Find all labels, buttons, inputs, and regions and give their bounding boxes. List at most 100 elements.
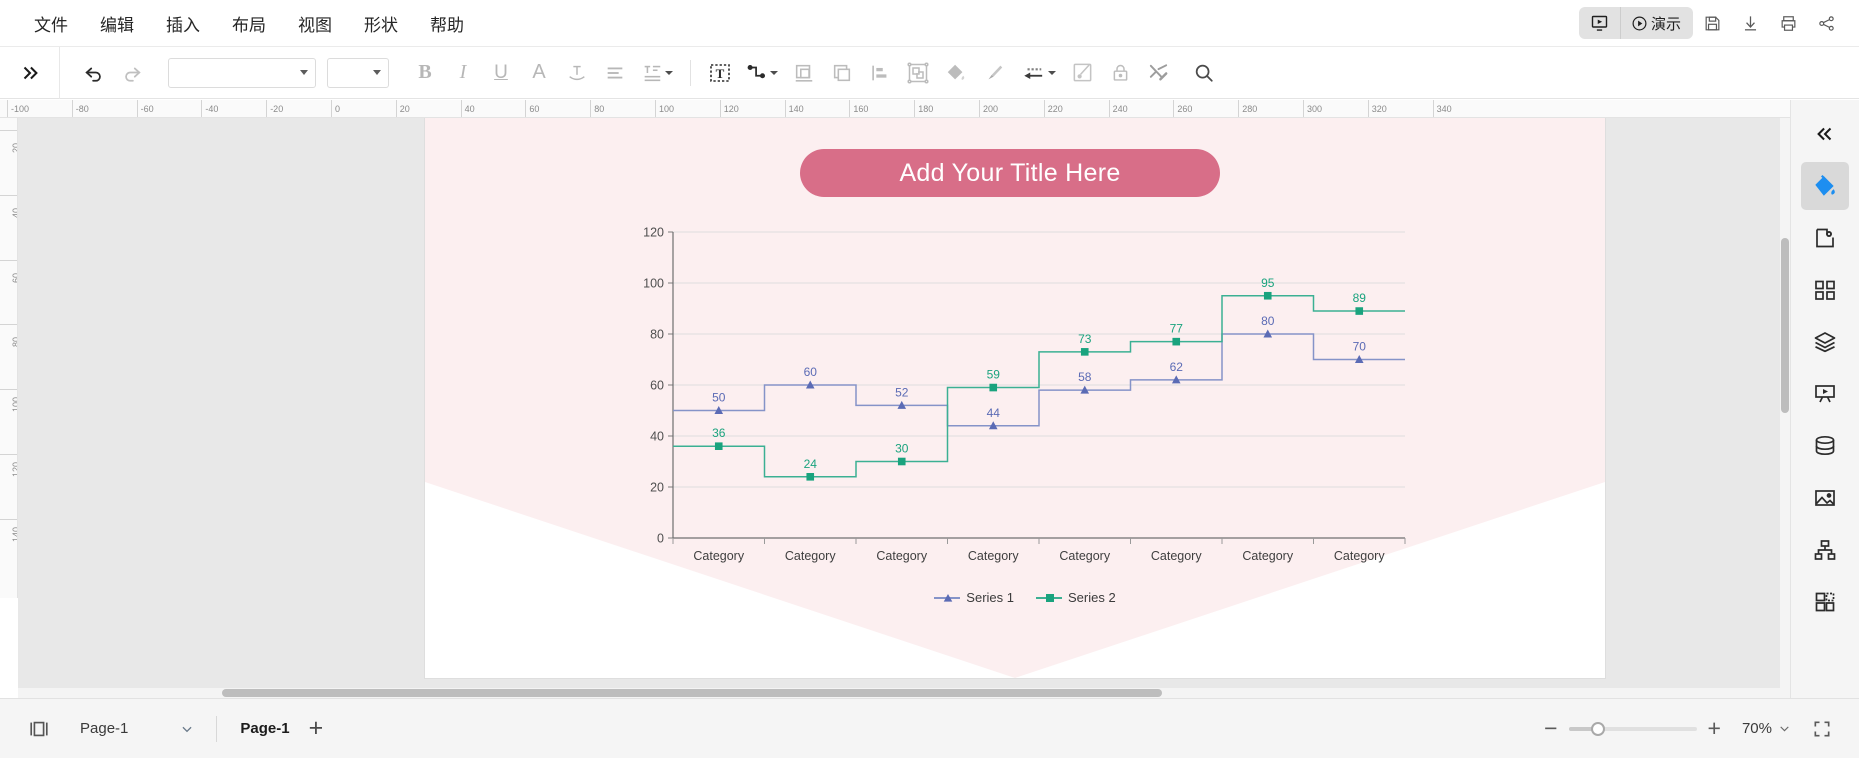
ruler-tick: 140 [0,518,17,552]
line-arrow-button[interactable] [1014,55,1062,91]
data-point-marker[interactable] [1172,337,1181,346]
menu-item-view[interactable]: 视图 [282,5,348,42]
download-button[interactable] [1731,4,1769,42]
image-icon [1815,490,1835,506]
share-button[interactable] [1807,4,1845,42]
slide-page[interactable]: Add Your Title Here 0 20 40 60 80 100 120 Categ… [425,118,1605,678]
menu-item-edit[interactable]: 编辑 [84,5,150,42]
image-panel-button[interactable] [1801,474,1849,522]
font-color-button[interactable]: A [521,55,557,91]
italic-button[interactable]: I [445,55,481,91]
menu-item-file[interactable]: 文件 [18,5,84,42]
data-panel-button[interactable] [1801,422,1849,470]
canvas-area[interactable]: Add Your Title Here 0 20 40 60 80 100 120 Categ… [18,118,1790,698]
presentation-screen-icon [1591,15,1608,31]
data-point-marker[interactable] [897,457,906,466]
arrow-style-icon [1024,67,1043,79]
text-effect-button[interactable] [559,55,595,91]
font-family-select[interactable] [168,57,316,88]
presentation-panel-button[interactable] [1801,370,1849,418]
fill-style-panel-button[interactable] [1801,162,1849,210]
status-divider [216,715,218,742]
menu-item-layout[interactable]: 布局 [216,5,282,42]
legend-item-series-1[interactable]: Series 1 [934,590,1014,605]
insert-text-box-button[interactable]: T [702,55,738,91]
zoom-level-label[interactable]: 70% [1742,720,1772,737]
ruler-tick: 120 [719,100,739,117]
group-objects-button[interactable] [900,55,936,91]
legend-item-series-2[interactable]: Series 2 [1036,590,1116,605]
line-spacing-button[interactable] [635,55,679,91]
tools-button[interactable] [1140,55,1176,91]
align-button[interactable] [597,55,633,91]
collapse-panel-button[interactable] [1801,110,1849,158]
line-style-button[interactable] [976,55,1012,91]
chevron-down-icon[interactable] [1778,722,1791,735]
font-size-select[interactable] [327,57,389,88]
org-chart-panel-button[interactable] [1801,526,1849,574]
lock-button[interactable] [1102,55,1138,91]
bold-button[interactable]: B [407,55,443,91]
ruler-tick: 100 [0,389,17,422]
symbols-panel-button[interactable] [1801,266,1849,314]
data-point-marker[interactable] [1355,307,1364,315]
underline-button[interactable]: U [483,55,519,91]
print-button[interactable] [1769,4,1807,42]
x-axis-tick-label: Category [876,549,927,563]
add-page-button[interactable]: + [299,716,334,741]
fill-color-button[interactable] [938,55,974,91]
group-icon [907,61,929,84]
zoom-slider[interactable] [1568,721,1697,736]
page-tab-page-1[interactable]: Page-1 [231,715,298,742]
bring-to-front-button[interactable] [786,55,822,91]
presentation-screen-icon [1815,385,1835,403]
vertical-scrollbar-thumb[interactable] [1781,238,1789,413]
paint-bucket-icon [947,64,965,80]
chart-legend: Series 1 Series 2 [625,590,1425,605]
zoom-slider-knob[interactable] [1590,721,1605,736]
connector-button[interactable] [740,55,784,91]
fullscreen-button[interactable] [1805,712,1839,746]
menu-item-help[interactable]: 帮助 [414,5,480,42]
search-button[interactable] [1186,55,1222,91]
x-axis-tick-label: Category [1059,549,1110,563]
template-panel-button[interactable] [1801,578,1849,626]
align-objects-button[interactable] [862,55,898,91]
save-button[interactable] [1693,4,1731,42]
text-box-icon: T [710,63,730,82]
layers-panel-button[interactable] [1801,318,1849,366]
data-point-marker[interactable] [989,383,998,392]
zoom-in-button[interactable]: + [1703,717,1726,740]
redo-button[interactable] [114,55,150,91]
data-point-marker[interactable] [1080,348,1089,356]
horizontal-scrollbar-thumb[interactable] [222,689,1162,697]
menu-item-shape[interactable]: 形状 [348,5,414,42]
data-label: 89 [1353,291,1367,305]
toggle-sidebar-button[interactable] [20,710,58,748]
horizontal-ruler[interactable]: -100 -80 -60 -40 -20 0 20 40 60 80 100 120 140 160 180… [0,100,1790,118]
y-axis-tick-label: 60 [650,379,664,393]
ruler-tick: -100 [7,100,29,117]
step-line-chart[interactable]: 0 20 40 60 80 100 120 Category Category Category C… [625,218,1425,618]
undo-button[interactable] [76,55,112,91]
expand-toolbar-button[interactable] [0,46,60,99]
slide-title[interactable]: Add Your Title Here [800,149,1220,197]
vertical-scrollbar-track[interactable] [1780,118,1790,698]
brush-icon [988,65,1003,79]
lock-icon [1113,64,1127,81]
vertical-ruler[interactable]: 20 40 60 80 100 120 140 [0,118,18,598]
send-backward-button[interactable] [824,55,860,91]
data-point-marker[interactable] [714,442,723,450]
zoom-out-button[interactable]: − [1539,717,1562,740]
menu-bar: 文件 编辑 插入 布局 视图 形状 帮助 演示 [0,0,1859,46]
page-selector-dropdown[interactable]: Page-1 [72,715,202,742]
y-axis-tick-label: 20 [650,481,664,495]
edit-shape-button[interactable] [1064,55,1100,91]
page-settings-panel-button[interactable] [1801,214,1849,262]
ruler-tick: 240 [1108,100,1128,117]
data-point-marker[interactable] [1263,291,1272,300]
data-point-marker[interactable] [806,473,815,481]
presentation-view-button[interactable] [1579,7,1620,39]
menu-item-insert[interactable]: 插入 [150,5,216,42]
start-presentation-button[interactable]: 演示 [1619,7,1693,39]
